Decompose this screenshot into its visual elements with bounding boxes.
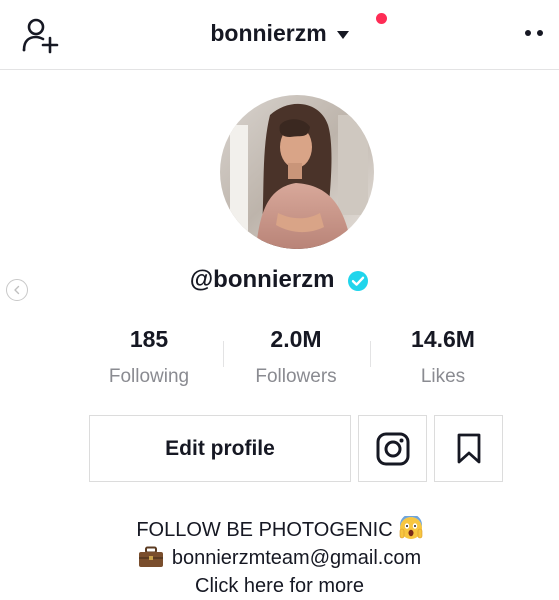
instagram-icon — [376, 432, 409, 465]
stat-likes[interactable]: 14.6M Likes — [363, 326, 523, 388]
followers-label: Followers — [255, 366, 337, 387]
stats-row: 185 Following 2.0M Followers 14.6M Likes — [0, 326, 559, 396]
stat-following[interactable]: 185 Following — [69, 326, 229, 388]
username-title: bonnierzm — [210, 20, 327, 46]
following-count: 185 — [129, 326, 169, 352]
verified-badge-icon — [348, 270, 369, 291]
edit-profile-button[interactable]: Edit profile — [89, 415, 351, 482]
profile-handle-row: @bonnierzm — [0, 266, 559, 294]
profile-handle: @bonnierzm — [189, 266, 335, 293]
notification-dot — [376, 13, 387, 24]
avatar[interactable] — [220, 95, 374, 249]
more-icon[interactable] — [525, 26, 555, 40]
screaming-face-emoji — [399, 516, 422, 539]
instagram-button[interactable] — [358, 415, 427, 482]
stat-followers[interactable]: 2.0M Followers — [216, 326, 376, 388]
stats-divider — [370, 341, 371, 367]
edit-profile-label: Edit profile — [165, 436, 275, 460]
followers-count: 2.0M — [270, 326, 322, 352]
likes-label: Likes — [420, 366, 466, 387]
caret-down-icon — [336, 30, 349, 39]
bookmark-button[interactable] — [434, 415, 503, 482]
bookmark-icon — [457, 433, 480, 463]
profile-bio: FOLLOW BE PHOTOGENIC bonnierzmteam@gmail… — [0, 516, 559, 600]
account-switcher[interactable]: bonnierzm — [0, 20, 559, 47]
top-bar: bonnierzm — [0, 0, 559, 70]
bio-line-2: bonnierzmteam@gmail.com — [0, 544, 559, 572]
following-label: Following — [108, 366, 190, 387]
stats-divider — [223, 341, 224, 367]
bio-more-link[interactable]: Click here for more — [0, 572, 559, 600]
bio-line-1: FOLLOW BE PHOTOGENIC — [0, 516, 559, 544]
likes-count: 14.6M — [411, 326, 475, 352]
briefcase-emoji — [138, 546, 163, 567]
